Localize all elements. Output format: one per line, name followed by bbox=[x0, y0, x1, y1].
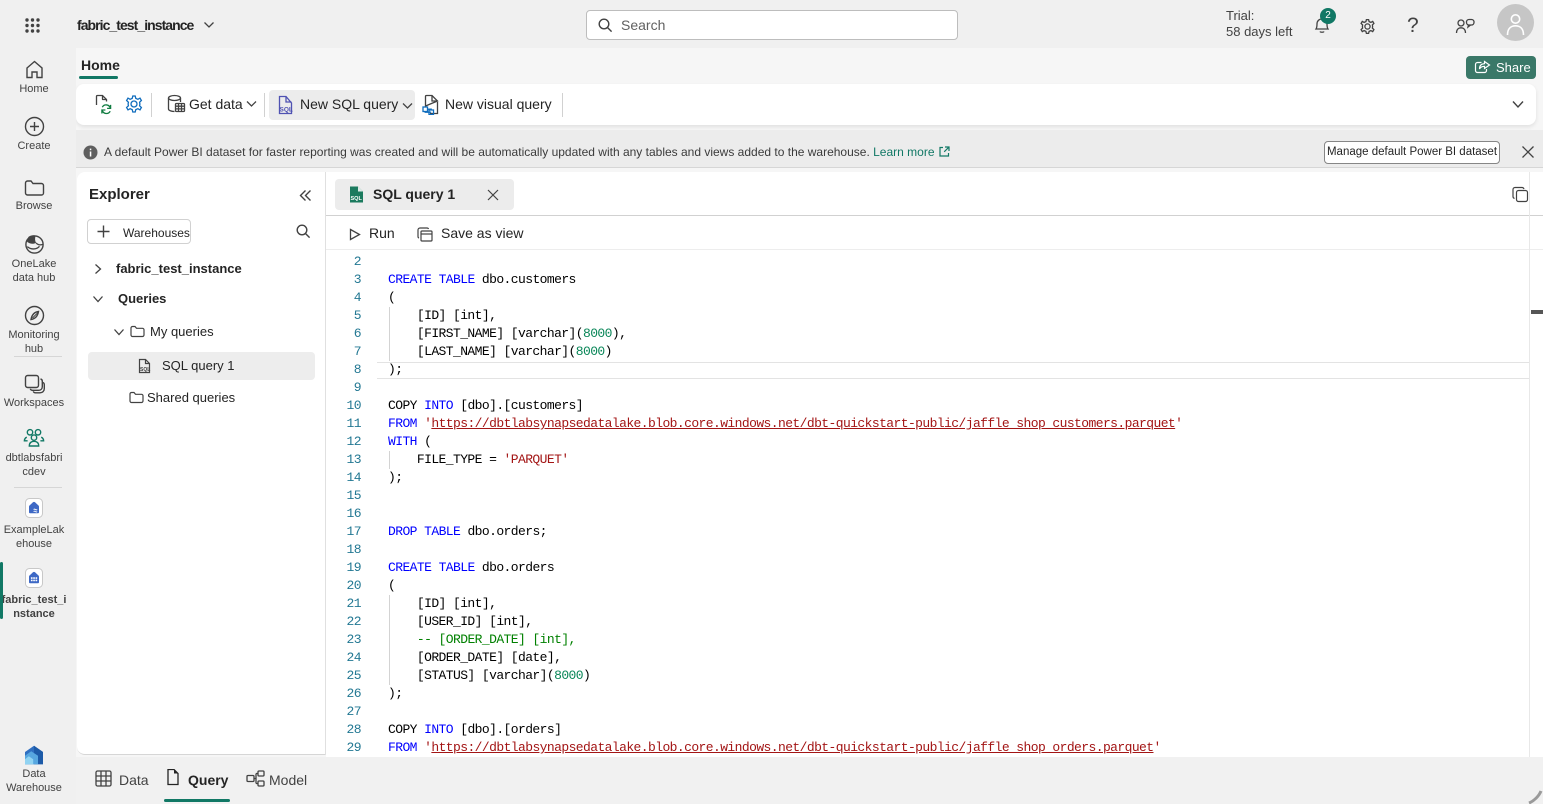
svg-text:SQL: SQL bbox=[280, 107, 293, 114]
svg-text:SQL: SQL bbox=[351, 196, 363, 202]
svg-text:SQL: SQL bbox=[140, 367, 150, 373]
